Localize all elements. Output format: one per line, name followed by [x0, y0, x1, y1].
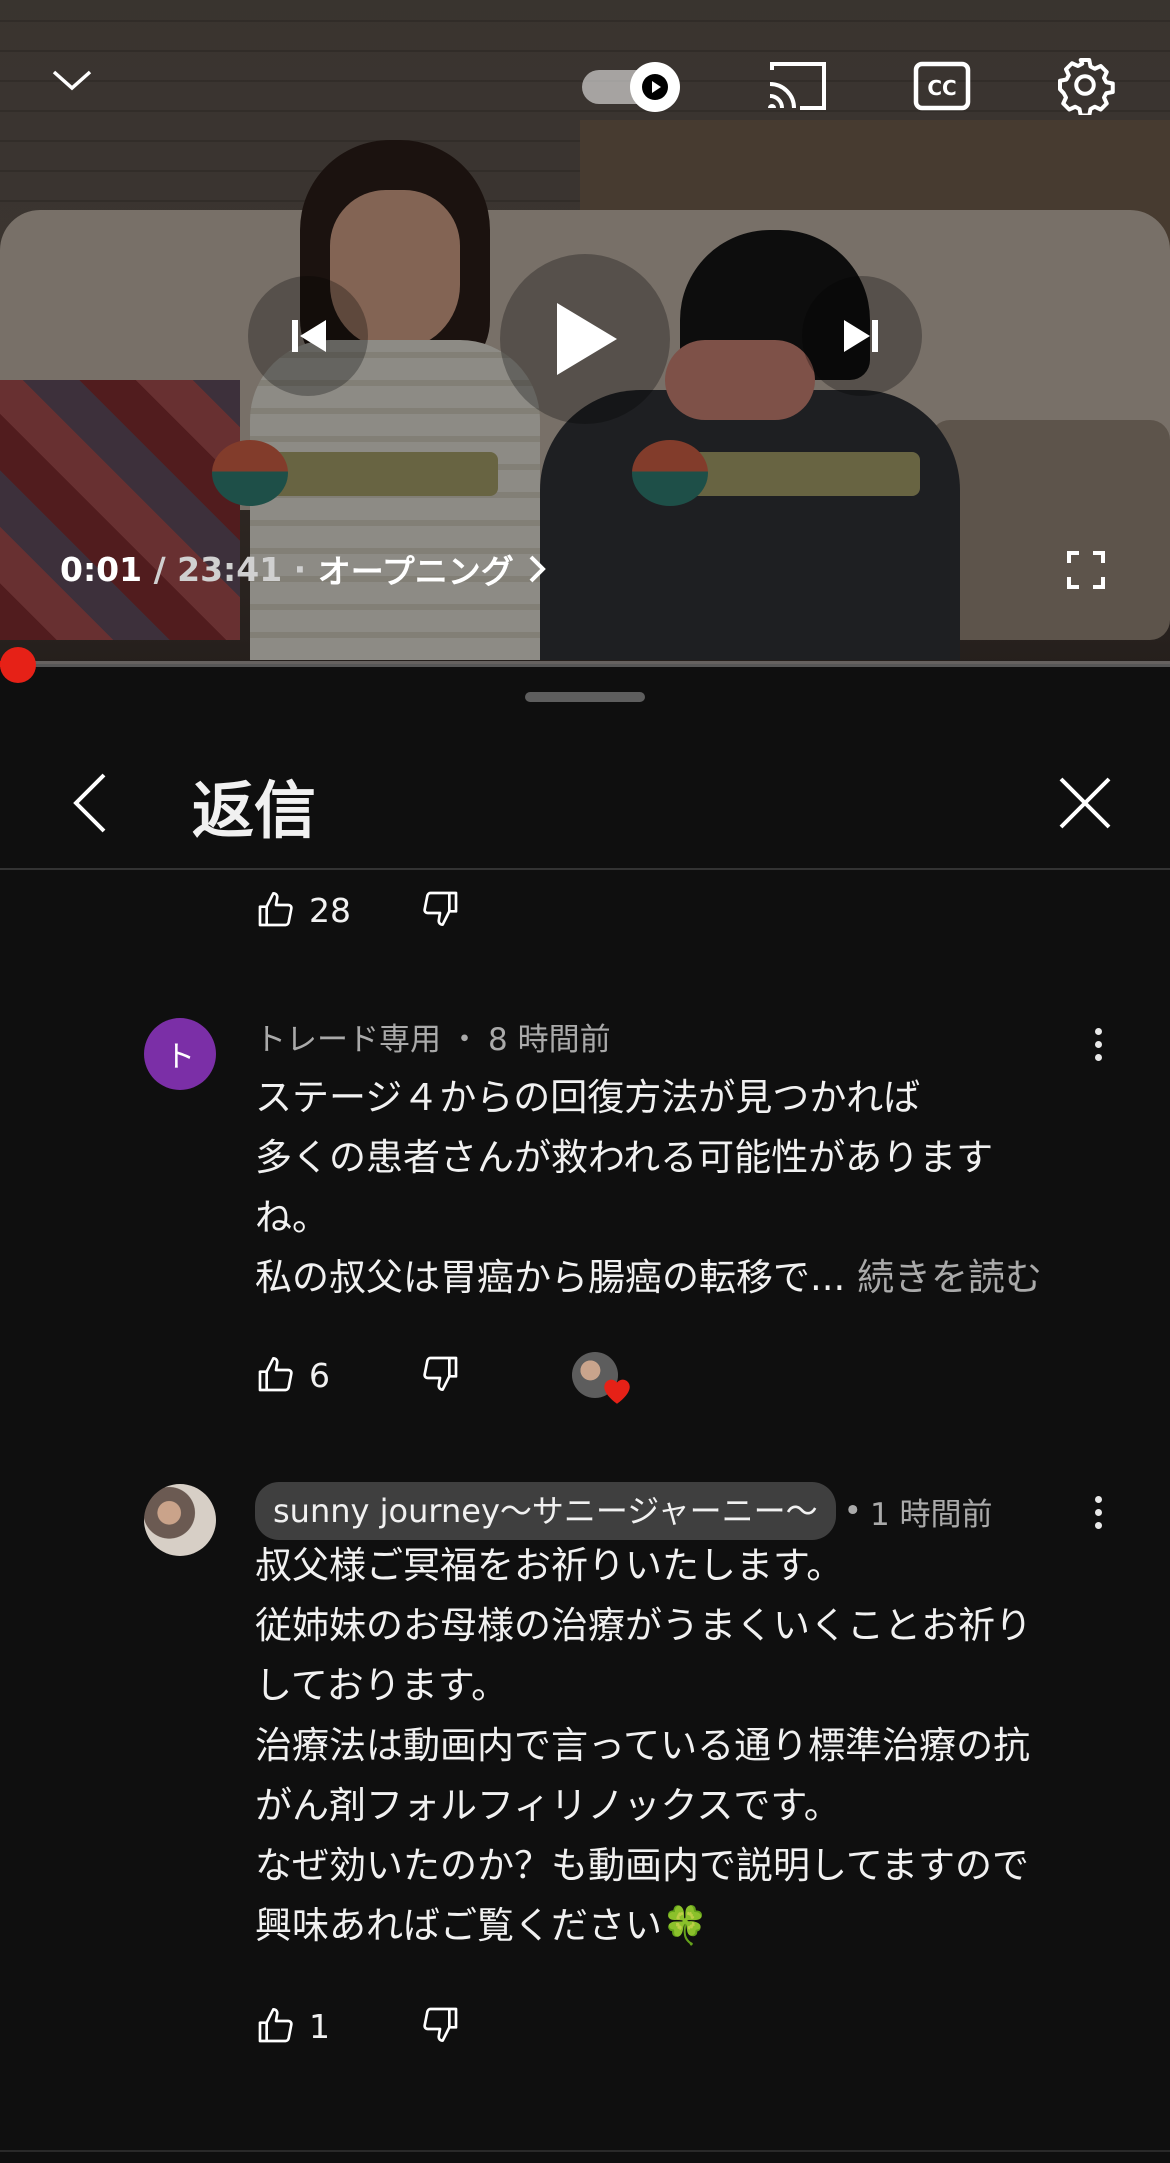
reply-comment-actions: 1: [255, 1996, 458, 2056]
divider: [0, 2150, 1170, 2152]
comment-line: しております。: [255, 1664, 509, 1707]
comment-line: 興味あればご覧ください🍀: [255, 1904, 709, 1947]
comment-line: がん剤フォルフィリノックスです。: [255, 1784, 841, 1827]
replies-header: 返信: [0, 740, 1170, 870]
meta-separator: •: [843, 1493, 862, 1529]
autoplay-toggle[interactable]: [582, 62, 692, 112]
video-player[interactable]: CC 0:01 / 23:41 · オープニング: [0, 0, 1170, 664]
dislike-button[interactable]: [421, 1353, 461, 1397]
cast-icon: [768, 62, 826, 110]
thumbs-up-icon: [258, 1357, 293, 1392]
comment-author[interactable]: トレード専用: [255, 1014, 441, 1059]
comment-line: なぜ効いたのか？も動画内で説明してますので: [255, 1844, 1030, 1887]
close-button[interactable]: [1050, 768, 1120, 838]
more-vert-icon: [1094, 1495, 1102, 1503]
chapter-title[interactable]: オープニング: [318, 545, 514, 593]
chapter-separator: ·: [282, 549, 318, 589]
thumbs-down-icon: [423, 891, 458, 926]
panel-drag-handle[interactable]: [525, 692, 645, 702]
svg-text:CC: CC: [927, 76, 956, 100]
like-button[interactable]: 6: [255, 1355, 330, 1395]
chevron-down-icon: [52, 70, 92, 91]
thumbs-up-icon: [258, 2008, 293, 2043]
comment-line: 従姉妹のお母様の治療がうまくいくことお祈り: [255, 1604, 1032, 1647]
like-button[interactable]: 1: [255, 2006, 330, 2046]
time-separator: /: [142, 549, 178, 589]
fullscreen-icon: [1067, 551, 1105, 589]
read-more-link[interactable]: 続きを読む: [857, 1256, 1042, 1299]
comment-line: ね。: [255, 1196, 329, 1239]
settings-icon: [1058, 58, 1115, 115]
comment-line: 私の叔父は胃癌から腸癌の転移で... 続きを読む: [255, 1248, 1095, 1308]
chevron-left-icon: [73, 773, 106, 833]
reply-comment-actions: 6: [255, 1345, 458, 1405]
comment-text: 叔父様ご冥福をお祈りいたします。 従姉妹のお母様の治療がうまくいくことお祈り し…: [255, 1536, 1095, 1956]
settings-button[interactable]: [1052, 52, 1118, 118]
previous-video-button[interactable]: [248, 276, 368, 396]
progress-scrubber[interactable]: [0, 647, 36, 683]
time-display: 0:01 / 23:41 · オープニング: [60, 545, 546, 593]
thumbs-down-icon: [423, 1356, 458, 1391]
back-button[interactable]: [55, 768, 125, 838]
comment-time: 1 時間前: [869, 1496, 993, 1533]
comment-meta: sunny journey〜サニージャーニー〜 • 1 時間前: [255, 1482, 993, 1540]
comment-line: 多くの患者さんが救われる可能性があります: [255, 1136, 994, 1179]
comment-author-creator[interactable]: sunny journey〜サニージャーニー〜: [255, 1482, 836, 1540]
thumbs-down-icon: [423, 2007, 458, 2042]
play-button[interactable]: [500, 254, 670, 424]
previous-icon: [292, 320, 326, 352]
comment-text: ステージ４からの回復方法が見つかれば 多くの患者さんが救われる可能性があります …: [255, 1068, 1095, 1308]
total-time: 23:41: [177, 549, 283, 589]
comment-line: ステージ４からの回復方法が見つかれば: [255, 1076, 921, 1119]
comment-line-text: 私の叔父は胃癌から腸癌の転移で...: [255, 1256, 846, 1299]
cast-button[interactable]: [762, 56, 832, 116]
page-title: 返信: [192, 774, 317, 847]
play-icon: [557, 303, 617, 375]
like-count: 6: [309, 1355, 330, 1395]
autoplay-play-icon: [642, 74, 668, 100]
comment-menu-button[interactable]: [1080, 1482, 1116, 1542]
like-count: 28: [309, 890, 351, 930]
progress-bar[interactable]: [0, 661, 1170, 667]
comment-menu-button[interactable]: [1080, 1014, 1116, 1074]
dislike-button[interactable]: [421, 2004, 461, 2048]
meta-separator: ・: [449, 1022, 480, 1058]
avatar[interactable]: ト: [144, 1018, 216, 1090]
comment-line: 治療法は動画内で言っている通り標準治療の抗: [255, 1724, 1031, 1767]
captions-button[interactable]: CC: [910, 56, 974, 116]
minimize-button[interactable]: [44, 52, 100, 108]
previous-comment-actions: 28: [255, 880, 458, 940]
close-icon: [1059, 777, 1111, 829]
more-vert-icon: [1094, 1027, 1102, 1035]
like-count: 1: [309, 2006, 330, 2046]
dislike-button[interactable]: [421, 888, 461, 932]
fullscreen-button[interactable]: [1064, 548, 1108, 592]
next-icon: [844, 320, 878, 352]
comment-time: 8 時間前: [488, 1022, 611, 1058]
thumbs-up-icon: [258, 892, 293, 927]
cc-icon: CC: [913, 61, 971, 111]
chevron-right-icon[interactable]: [528, 554, 546, 584]
avatar[interactable]: [144, 1484, 216, 1556]
comment-line: 叔父様ご冥福をお祈りいたします。: [255, 1544, 844, 1587]
next-video-button[interactable]: [802, 276, 922, 396]
like-button[interactable]: 28: [255, 890, 351, 930]
current-time: 0:01: [60, 549, 143, 589]
comment-meta: トレード専用 ・ 8 時間前: [255, 1014, 611, 1059]
heart-icon: [604, 1379, 630, 1404]
